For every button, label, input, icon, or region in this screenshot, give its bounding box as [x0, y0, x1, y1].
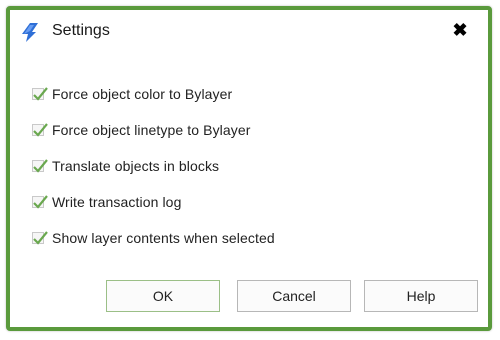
option-translate-objects-in-blocks[interactable]: Translate objects in blocks: [32, 148, 275, 184]
option-label: Show layer contents when selected: [52, 230, 275, 246]
checkmark-icon: [33, 195, 48, 209]
help-button[interactable]: Help: [364, 280, 478, 312]
checkbox[interactable]: [32, 123, 48, 137]
button-row: OK Cancel Help: [10, 280, 488, 314]
dialog-title: Settings: [52, 22, 110, 39]
cancel-button[interactable]: Cancel: [237, 280, 351, 312]
checkbox[interactable]: [32, 231, 48, 245]
checkmark-icon: [33, 231, 48, 245]
option-label: Force object linetype to Bylayer: [52, 122, 251, 138]
option-label: Translate objects in blocks: [52, 158, 220, 174]
checkbox[interactable]: [32, 159, 48, 173]
option-label: Force object color to Bylayer: [52, 86, 233, 102]
checkmark-icon: [33, 159, 48, 173]
option-show-layer-contents[interactable]: Show layer contents when selected: [32, 220, 275, 256]
title-bar[interactable]: Settings ✖: [10, 10, 488, 50]
checkbox[interactable]: [32, 195, 48, 209]
option-label: Write transaction log: [52, 194, 182, 210]
options-list: Force object color to Bylayer Force obje…: [32, 76, 275, 256]
close-button[interactable]: ✖: [448, 18, 472, 42]
option-force-linetype-bylayer[interactable]: Force object linetype to Bylayer: [32, 112, 275, 148]
settings-dialog: Settings ✖ Force object color to Bylayer…: [6, 6, 492, 331]
ok-button[interactable]: OK: [106, 280, 220, 312]
checkmark-icon: [33, 87, 48, 101]
option-write-transaction-log[interactable]: Write transaction log: [32, 184, 275, 220]
option-force-color-bylayer[interactable]: Force object color to Bylayer: [32, 76, 275, 112]
app-logo-icon: [22, 23, 38, 42]
checkmark-icon: [33, 123, 48, 137]
checkbox[interactable]: [32, 87, 48, 101]
